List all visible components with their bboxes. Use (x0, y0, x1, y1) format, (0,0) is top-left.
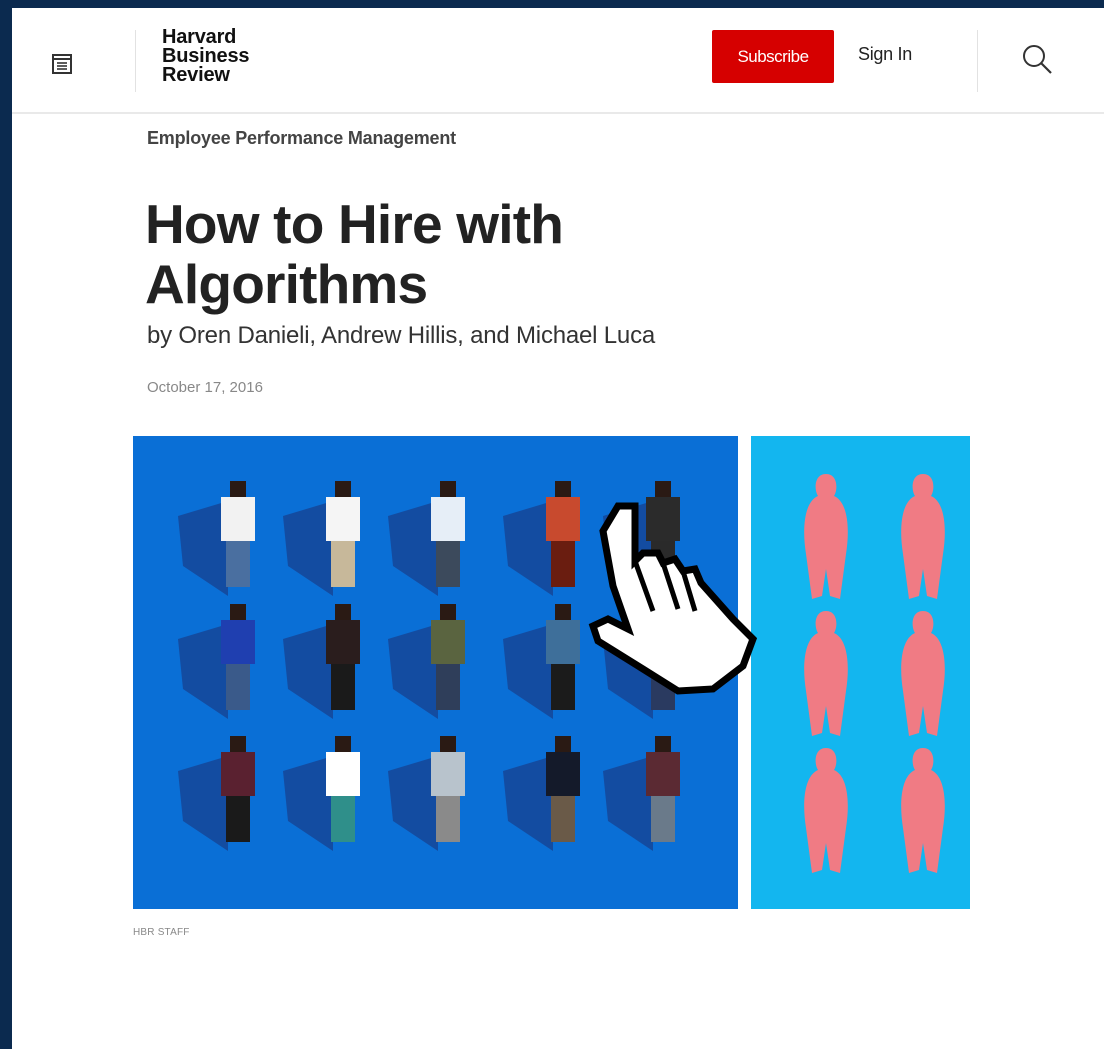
search-button[interactable] (1020, 42, 1054, 76)
header-divider (977, 30, 978, 92)
byline-separator: , and (457, 322, 517, 349)
author-link[interactable]: Andrew Hillis (321, 322, 457, 349)
sign-in-link[interactable]: Sign In (858, 44, 912, 68)
subscribe-button[interactable]: Subscribe (712, 30, 834, 83)
byline-prefix: by (147, 322, 179, 349)
menu-button[interactable] (50, 52, 74, 76)
menu-icon (52, 54, 72, 74)
image-credit: HBR STAFF (133, 927, 190, 938)
byline-separator: , (309, 322, 322, 349)
hero-illustration (133, 436, 970, 909)
article-title: How to Hire with Algorithms (145, 193, 564, 315)
article-page: Harvard Business Review Subscribe Sign I… (12, 8, 1104, 1049)
site-header: Harvard Business Review Subscribe Sign I… (12, 8, 1104, 114)
author-link[interactable]: Michael Luca (516, 322, 655, 349)
author-link[interactable]: Oren Danieli (178, 322, 309, 349)
hbr-logo[interactable]: Harvard Business Review (162, 27, 250, 86)
publish-date: October 17, 2016 (147, 379, 263, 396)
logo-line: Review (162, 64, 230, 86)
topic-link[interactable]: Employee Performance Management (147, 128, 456, 149)
byline: by Oren Danieli, Andrew Hillis, and Mich… (147, 322, 655, 350)
search-icon (1023, 45, 1052, 74)
hero-image (133, 436, 970, 909)
header-divider (135, 30, 136, 92)
